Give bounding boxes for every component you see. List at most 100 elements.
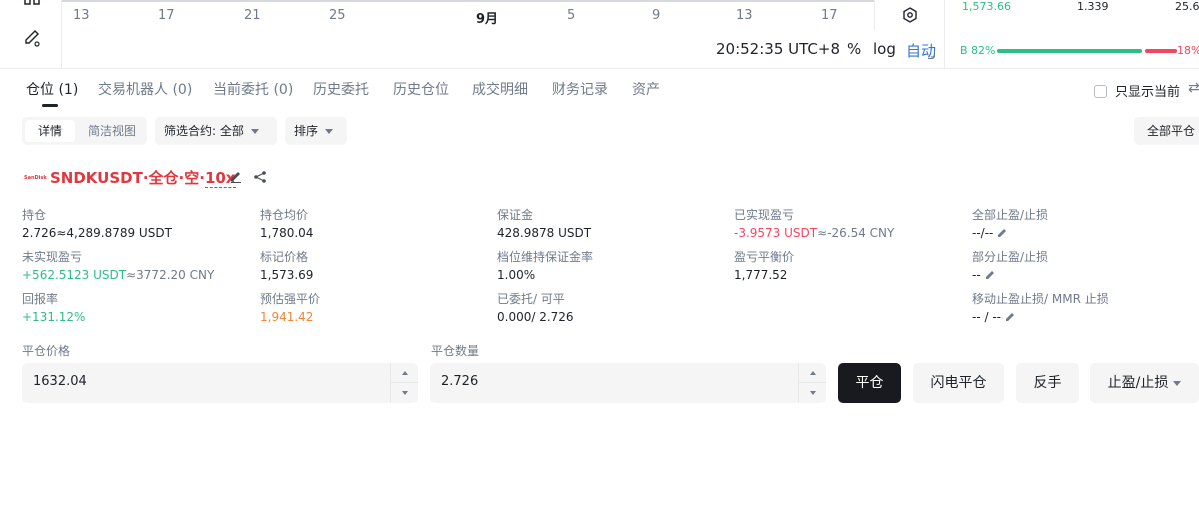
pnl-cny: ≈-26.54 CNY: [817, 226, 895, 240]
stat-unrealized-pnl: 未实现盈亏 +562.5123 USDT≈3772.20 CNY: [22, 248, 214, 282]
stat-size: 持仓 2.726≈4,289.8789 USDT: [22, 206, 172, 240]
stat-maint-margin-rate: 档位维持保证金率 1.00%: [497, 248, 593, 282]
stat-margin: 保证金 428.9878 USDT: [497, 206, 591, 240]
contract-filter-dropdown[interactable]: 筛选合约: 全部: [155, 117, 277, 145]
tab-trading-bots[interactable]: 交易机器人 (0): [98, 79, 192, 99]
time-tick: 21: [244, 8, 261, 23]
stat-value[interactable]: --: [972, 268, 1048, 282]
draw-pencil-icon[interactable]: [22, 28, 42, 48]
coin-logo: SanDisk: [24, 175, 47, 181]
stat-value: 1,780.04: [260, 226, 314, 240]
position-title[interactable]: SNDKUSDT·全仓·空·10x: [50, 167, 236, 188]
stat-label: 档位维持保证金率: [497, 250, 594, 264]
increment-icon[interactable]: [810, 371, 816, 375]
qty-stepper[interactable]: [798, 363, 826, 403]
flash-close-button[interactable]: 闪电平仓: [913, 363, 1004, 403]
edit-icon[interactable]: [229, 170, 243, 184]
active-tab-indicator: [42, 104, 58, 107]
tab-open-orders[interactable]: 当前委托 (0): [213, 79, 293, 99]
stat-roe: 回报率 +131.12%: [22, 290, 85, 324]
reverse-position-button[interactable]: 反手: [1016, 363, 1079, 403]
position-symbol: SNDKUSDT·全仓·空·: [50, 169, 205, 187]
close-price-label: 平仓价格: [22, 344, 71, 358]
contract-filter-label: 筛选合约: 全部: [164, 124, 244, 138]
tpsl-dropdown-button[interactable]: 止盈/止损: [1090, 363, 1199, 403]
tab-transactions[interactable]: 财务记录: [552, 79, 608, 99]
tpsl-value: --/--: [972, 226, 994, 240]
percent-scale-toggle[interactable]: %: [847, 40, 861, 58]
sell-ratio-bar: [1145, 49, 1177, 53]
decrement-icon[interactable]: [810, 391, 816, 395]
stepper-divider: [391, 382, 418, 383]
decrement-icon[interactable]: [402, 391, 408, 395]
tab-trade-history[interactable]: 成交明细: [472, 79, 528, 99]
increment-icon[interactable]: [402, 371, 408, 375]
time-tick: 13: [73, 8, 90, 23]
chart-clock: 20:52:35 UTC+8: [716, 40, 840, 58]
stat-value: +562.5123 USDT≈3772.20 CNY: [22, 268, 214, 282]
close-position-button[interactable]: 平仓: [838, 363, 901, 403]
stat-value: -3.9573 USDT≈-26.54 CNY: [734, 226, 894, 240]
edit-icon[interactable]: [997, 227, 1009, 239]
stat-label: 标记价格: [260, 250, 309, 264]
position-header: SanDisk SNDKUSDT·全仓·空·10x: [22, 166, 282, 190]
close-price-value: 1632.04: [33, 374, 87, 389]
stepper-divider: [799, 382, 826, 383]
close-price-input[interactable]: 1632.04: [22, 363, 418, 403]
swap-icon[interactable]: ⇄: [1188, 80, 1199, 96]
chart-footer: 20:52:35 UTC+8 % log 自动: [62, 32, 944, 68]
close-all-button[interactable]: 全部平仓: [1134, 117, 1199, 145]
log-scale-toggle[interactable]: log: [873, 40, 896, 58]
stat-label: 移动止盈止损/ MMR 止损: [972, 292, 1109, 306]
stat-value: 1,777.52: [734, 268, 788, 282]
time-tick: 5: [567, 8, 576, 23]
tpsl-button-label: 止盈/止损: [1107, 375, 1169, 391]
stat-value[interactable]: --/--: [972, 226, 1048, 240]
orderbook-price: 1,573.66: [962, 0, 1011, 13]
orderbook-panel: 1,573.66 1.339 25.6 B 82% 18%: [944, 0, 1199, 68]
stat-partial-tpsl: 部分止盈/止损 --: [972, 248, 1048, 282]
stat-entry-price: 持仓均价 1,780.04: [260, 206, 313, 240]
chart-toolbar: [0, 0, 62, 68]
sort-label: 排序: [294, 124, 319, 138]
share-icon[interactable]: [253, 170, 267, 184]
stat-trailing-tpsl: 移动止盈止损/ MMR 止损 -- / --: [972, 290, 1109, 324]
chevron-down-icon: [1173, 381, 1182, 386]
stat-value: 2.726≈4,289.8789 USDT: [22, 226, 172, 240]
price-stepper[interactable]: [390, 363, 418, 403]
pnl-usdt: +562.5123 USDT: [22, 268, 127, 282]
tab-assets[interactable]: 资产: [632, 79, 660, 99]
chart-settings-icon[interactable]: [902, 7, 918, 23]
sell-ratio-label: 18%: [1177, 44, 1199, 57]
stat-value: 1,573.69: [260, 268, 314, 282]
buy-ratio-bar: [997, 49, 1142, 53]
view-simple-button[interactable]: 简洁视图: [80, 120, 144, 142]
only-current-checkbox[interactable]: 只显示当前: [1094, 81, 1180, 100]
view-detail-button[interactable]: 详情: [25, 120, 75, 142]
time-tick: 17: [158, 8, 175, 23]
tab-position-history[interactable]: 历史仓位: [393, 79, 449, 99]
partial-tpsl-value: --: [972, 268, 981, 282]
edit-icon[interactable]: [985, 269, 997, 281]
stat-value: 0.000/ 2.726: [497, 310, 574, 324]
checkbox-box[interactable]: [1094, 85, 1107, 98]
only-current-label: 只显示当前: [1115, 85, 1181, 100]
edit-icon[interactable]: [1005, 311, 1017, 323]
close-qty-value: 2.726: [441, 374, 479, 389]
position-tabs: 仓位 (1) 交易机器人 (0) 当前委托 (0) 历史委托 历史仓位 成交明细…: [0, 69, 1199, 111]
orderbook-row[interactable]: 1,573.66 1.339 25.6: [945, 0, 1199, 14]
tab-positions[interactable]: 仓位 (1): [26, 79, 78, 99]
indicator-icon[interactable]: [22, 0, 42, 14]
stat-all-tpsl: 全部止盈/止损 --/--: [972, 206, 1048, 240]
stat-label: 全部止盈/止损: [972, 208, 1049, 222]
close-qty-label: 平仓数量: [431, 344, 480, 358]
pnl-usdt: -3.9573 USDT: [734, 226, 818, 240]
sort-dropdown[interactable]: 排序: [285, 117, 347, 145]
tab-order-history[interactable]: 历史委托: [313, 79, 369, 99]
stat-label: 预估强平价: [260, 292, 321, 306]
stat-value[interactable]: -- / --: [972, 310, 1109, 324]
chart-settings-cell: [874, 0, 944, 30]
resize-handle-icon[interactable]: [928, 52, 935, 59]
stat-label: 保证金: [497, 208, 534, 222]
close-qty-input[interactable]: 2.726: [430, 363, 826, 403]
